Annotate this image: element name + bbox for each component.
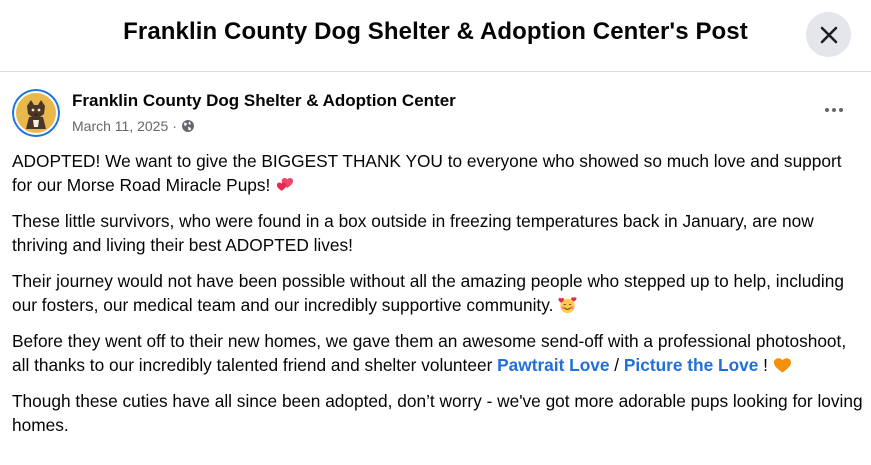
more-dot [832, 108, 836, 112]
post-paragraph: ADOPTED! We want to give the BIGGEST THA… [12, 149, 864, 197]
dialog-header: Franklin County Dog Shelter & Adoption C… [0, 0, 871, 72]
more-options-button[interactable] [818, 96, 850, 124]
smiling-face-with-hearts-emoji-icon [558, 297, 577, 314]
close-button[interactable] [806, 12, 851, 57]
post-paragraph: Before they went off to their new homes,… [12, 329, 864, 377]
pawtrait-love-link[interactable]: Pawtrait Love [497, 355, 609, 375]
more-dot [825, 108, 829, 112]
page-name-link[interactable]: Franklin County Dog Shelter & Adoption C… [72, 91, 456, 111]
dialog-title: Franklin County Dog Shelter & Adoption C… [123, 18, 748, 45]
two-hearts-emoji-icon [277, 177, 294, 191]
meta-separator: · [172, 118, 177, 134]
dog-avatar-icon [12, 89, 60, 137]
post-paragraph: These little survivors, who were found i… [12, 211, 814, 255]
post-body: ADOPTED! We want to give the BIGGEST THA… [12, 149, 864, 449]
more-dot [839, 108, 843, 112]
picture-the-love-link[interactable]: Picture the Love [624, 355, 758, 375]
post-paragraph: Their journey would not have been possib… [12, 269, 864, 317]
post-paragraph: Though these cuties have all since been … [12, 391, 863, 435]
page-avatar[interactable] [12, 89, 60, 137]
orange-heart-emoji-icon [773, 358, 791, 373]
paragraph-text: ! [758, 355, 773, 375]
close-icon [820, 26, 837, 43]
link-separator: / [609, 355, 624, 375]
globe-icon [181, 120, 194, 132]
paragraph-text: Their journey would not have been possib… [12, 271, 844, 315]
post-date[interactable]: March 11, 2025 [72, 118, 168, 134]
paragraph-text: ADOPTED! We want to give the BIGGEST THA… [12, 151, 842, 195]
post-meta: March 11, 2025 · [72, 118, 195, 134]
